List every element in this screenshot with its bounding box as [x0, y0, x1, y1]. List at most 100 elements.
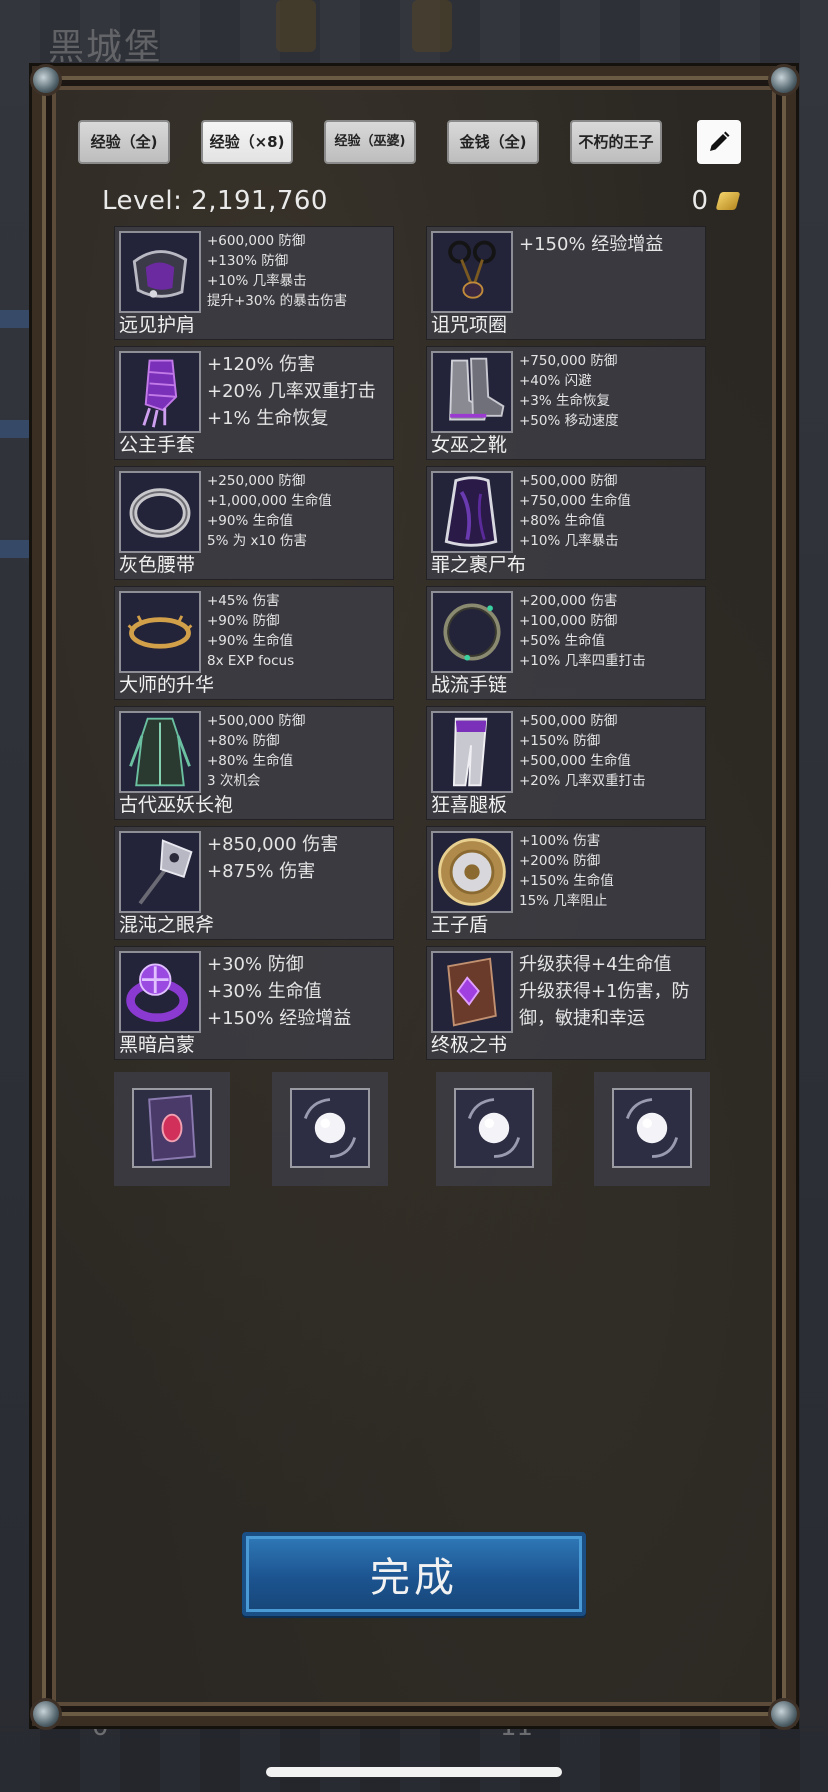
equipment-card[interactable]: +600,000 防御 +130% 防御 +10% 几率暴击 提升+30% 的暴击伤害…	[114, 226, 394, 340]
equipment-card[interactable]: +500,000 防御 +150% 防御 +500,000 生命值 +20% 几率双重…	[426, 706, 706, 820]
item-stat-line: +100,000 防御	[519, 613, 618, 629]
frame-corner-gem	[768, 64, 800, 96]
item-stat-line: +750,000 防御	[519, 353, 618, 369]
item-stat-line: +500,000 防御	[519, 713, 618, 729]
preset-gold-all-button[interactable]: 金钱（全)	[447, 120, 539, 164]
item-stat-line: +90% 生命值	[207, 633, 294, 649]
equipment-card[interactable]: +150% 经验增益诅咒项圈	[426, 226, 706, 340]
item-name: 远见护肩	[119, 314, 196, 336]
item-name: 古代巫妖长袍	[119, 794, 234, 816]
gold-coin-icon	[715, 192, 741, 210]
item-stat-line: +20% 几率双重打击	[207, 381, 376, 402]
item-name: 大师的升华	[119, 674, 215, 696]
boots-icon	[431, 351, 513, 433]
item-name: 黑暗启蒙	[119, 1034, 196, 1056]
shoulder-armor-icon	[119, 231, 201, 313]
leg-armor-icon	[431, 711, 513, 793]
item-stats: +30% 防御 +30% 生命值 +150% 经验增益	[207, 951, 389, 1032]
tome-icon	[431, 951, 513, 1033]
accessory-slot[interactable]	[436, 1072, 552, 1186]
accessory-slot[interactable]	[594, 1072, 710, 1186]
item-stats: +45% 伤害 +90% 防御 +90% 生命值 8x EXP focus	[207, 591, 389, 671]
item-stat-line: +1% 生命恢复	[207, 408, 329, 429]
item-stat-line: +80% 生命值	[207, 753, 294, 769]
equipment-card[interactable]: +500,000 防御 +80% 防御 +80% 生命值 3 次机会 古代巫妖长袍	[114, 706, 394, 820]
equipment-card[interactable]: +100% 伤害 +200% 防御 +150% 生命值 15% 几率阻止 王子盾	[426, 826, 706, 940]
item-stat-line: +40% 闪避	[519, 373, 592, 389]
item-stat-line: 3 次机会	[207, 773, 261, 789]
item-name: 诅咒项圈	[431, 314, 508, 336]
item-name: 灰色腰带	[119, 554, 196, 576]
equipment-card[interactable]: +850,000 伤害 +875% 伤害 混沌之眼斧	[114, 826, 394, 940]
equipment-card[interactable]: +30% 防御 +30% 生命值 +150% 经验增益 黑暗启蒙	[114, 946, 394, 1060]
axe-icon	[119, 831, 201, 913]
pearl-orb-icon	[290, 1088, 370, 1168]
item-name: 狂喜腿板	[431, 794, 508, 816]
background-banner	[0, 540, 32, 558]
item-stat-line: +200% 防御	[519, 853, 601, 869]
item-stat-line: +150% 经验增益	[519, 234, 664, 255]
equipment-card[interactable]: +200,000 伤害 +100,000 防御 +50% 生命值 +10% 几率四重打…	[426, 586, 706, 700]
item-name: 女巫之靴	[431, 434, 508, 456]
background-banner	[0, 310, 32, 328]
item-name: 罪之裹尸布	[431, 554, 527, 576]
item-stat-line: +90% 防御	[207, 613, 280, 629]
item-stat-line: +30% 防御	[207, 954, 304, 975]
preset-exp-x8-button[interactable]: 经验（×8)	[201, 120, 293, 164]
item-stat-line: +150% 经验增益	[207, 1008, 352, 1029]
item-stat-line: +90% 生命值	[207, 513, 294, 529]
edit-button[interactable]	[697, 120, 741, 164]
item-stats: +200,000 伤害 +100,000 防御 +50% 生命值 +10% 几率四重打…	[519, 591, 701, 671]
item-stat-line: 8x EXP focus	[207, 653, 295, 669]
equipment-card[interactable]: +750,000 防御 +40% 闪避 +3% 生命恢复 +50% 移动速度 女巫之靴	[426, 346, 706, 460]
item-stats: +100% 伤害 +200% 防御 +150% 生命值 15% 几率阻止	[519, 831, 701, 911]
shield-icon	[431, 831, 513, 913]
item-stats: +150% 经验增益	[519, 231, 701, 258]
done-button[interactable]: 完成	[242, 1532, 586, 1616]
accessory-slot[interactable]	[272, 1072, 388, 1186]
item-stat-line: 15% 几率阻止	[519, 893, 608, 909]
item-stat-line: 御，敏捷和幸运	[519, 1008, 645, 1029]
item-stat-line: +20% 几率双重打击	[519, 773, 646, 789]
item-stat-line: +850,000 伤害	[207, 834, 339, 855]
frame-corner-gem	[30, 64, 62, 96]
item-stats: +120% 伤害 +20% 几率双重打击 +1% 生命恢复	[207, 351, 389, 432]
item-stat-line: +500,000 防御	[519, 473, 618, 489]
item-stats: 升级获得+4生命值 升级获得+1伤害，防 御，敏捷和幸运	[519, 951, 701, 1032]
item-stats: +600,000 防御 +130% 防御 +10% 几率暴击 提升+30% 的暴击伤害	[207, 231, 389, 311]
item-stat-line: +200,000 伤害	[519, 593, 618, 609]
item-name: 公主手套	[119, 434, 196, 456]
item-stat-line: +750,000 生命值	[519, 493, 631, 509]
pencil-icon	[710, 131, 730, 151]
lock-icon	[412, 0, 452, 52]
accessory-slot[interactable]	[114, 1072, 230, 1186]
golden-circlet-icon	[119, 591, 201, 673]
item-stats: +500,000 防御 +150% 防御 +500,000 生命值 +20% 几率双重…	[519, 711, 701, 791]
item-stat-line: +50% 移动速度	[519, 413, 619, 429]
item-stat-line: +1,000,000 生命值	[207, 493, 332, 509]
cursed-necklace-icon	[431, 231, 513, 313]
equipment-card[interactable]: +45% 伤害 +90% 防御 +90% 生命值 8x EXP focus 大师的升华	[114, 586, 394, 700]
equipment-card[interactable]: +120% 伤害 +20% 几率双重打击 +1% 生命恢复 公主手套	[114, 346, 394, 460]
preset-immortal-prince-button[interactable]: 不朽的王子	[570, 120, 662, 164]
pearl-orb-icon	[454, 1088, 534, 1168]
pearl-orb-icon	[612, 1088, 692, 1168]
item-stat-line: +600,000 防御	[207, 233, 306, 249]
preset-exp-witch-button[interactable]: 经验（巫婆)	[324, 120, 416, 164]
bracelet-icon	[431, 591, 513, 673]
item-stat-line: 升级获得+1伤害，防	[519, 981, 690, 1002]
preset-exp-all-button[interactable]: 经验（全)	[78, 120, 170, 164]
item-stats: +500,000 防御 +750,000 生命值 +80% 生命值 +10% 几率暴击	[519, 471, 701, 551]
item-name: 终极之书	[431, 1034, 508, 1056]
gauntlet-icon	[119, 351, 201, 433]
item-stat-line: +150% 防御	[519, 733, 601, 749]
lock-icon	[276, 0, 316, 52]
equipment-card[interactable]: +500,000 防御 +750,000 生命值 +80% 生命值 +10% 几率暴击…	[426, 466, 706, 580]
item-stat-line: +250,000 防御	[207, 473, 306, 489]
level-display: Level: 2,191,760	[102, 186, 328, 216]
item-stats: +850,000 伤害 +875% 伤害	[207, 831, 389, 885]
equipment-card[interactable]: +250,000 防御 +1,000,000 生命值 +90% 生命值 5% 为 x1…	[114, 466, 394, 580]
item-stats: +250,000 防御 +1,000,000 生命值 +90% 生命值 5% 为 x1…	[207, 471, 389, 551]
item-stat-line: +120% 伤害	[207, 354, 316, 375]
equipment-card[interactable]: 升级获得+4生命值 升级获得+1伤害，防 御，敏捷和幸运 终极之书	[426, 946, 706, 1060]
